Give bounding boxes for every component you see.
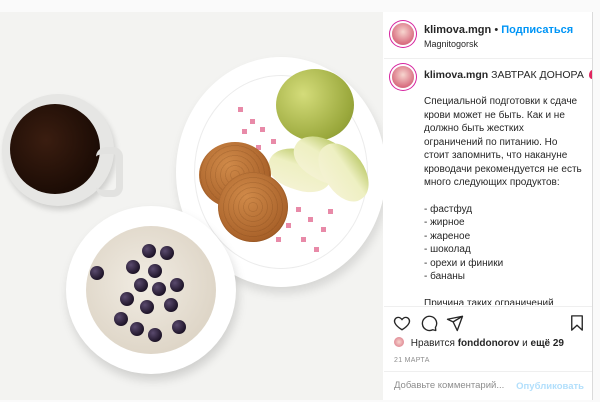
header-username-line: klimova.mgn • Подписаться xyxy=(424,24,573,36)
post-sidebar: klimova.mgn • Подписаться Magnitogorsk k… xyxy=(384,12,592,400)
publish-button[interactable]: Опубликовать xyxy=(516,381,584,392)
caption-header: klimova.mgn ЗАВТРАК ДОНОРА xyxy=(424,69,592,81)
likes-line: Нравится fonddonorov и ещё 29 xyxy=(394,337,564,349)
header-separator: • xyxy=(494,24,499,36)
blood-drop-icon xyxy=(588,70,592,79)
location-link[interactable]: Magnitogorsk xyxy=(424,39,478,49)
list-item: - шоколад xyxy=(424,244,471,255)
caption: klimova.mgn ЗАВТРАК ДОНОРА Специальной п… xyxy=(384,59,592,305)
apple-whole xyxy=(276,69,354,141)
cookie xyxy=(218,172,288,242)
header-username[interactable]: klimova.mgn xyxy=(424,24,491,36)
caption-paragraph: Причина таких ограничений проста — употр… xyxy=(424,297,554,306)
porridge-bowl xyxy=(66,206,236,374)
paper-plane-icon[interactable] xyxy=(446,314,464,332)
post-header: klimova.mgn • Подписаться Magnitogorsk xyxy=(384,12,592,59)
caption-text: Специальной подготовки к сдаче крови мож… xyxy=(424,95,584,305)
caption-avatar[interactable] xyxy=(392,66,414,88)
likes-suffix: и xyxy=(522,338,528,349)
caption-title: ЗАВТРАК ДОНОРА xyxy=(491,69,584,81)
action-bar: Нравится fonddonorov и ещё 29 21 МАРТА О… xyxy=(384,306,592,401)
follow-button[interactable]: Подписаться xyxy=(501,24,573,36)
list-item: - жареное xyxy=(424,230,471,242)
list-item: - фастфуд xyxy=(424,203,473,215)
list-item: - жирное xyxy=(424,217,465,228)
comment-bar: Опубликовать xyxy=(384,371,592,402)
caption-username[interactable]: klimova.mgn xyxy=(424,69,488,81)
avatar[interactable] xyxy=(392,23,414,45)
likes-count-button[interactable]: ещё 29 xyxy=(531,338,564,349)
list-item: - бананы xyxy=(424,271,465,282)
likes-prefix: Нравится xyxy=(410,338,455,349)
post-date[interactable]: 21 МАРТА xyxy=(394,357,430,364)
liker-avatar xyxy=(394,337,404,347)
liker-username[interactable]: fonddonorov xyxy=(458,338,520,349)
list-item: - орехи и финики xyxy=(424,257,504,269)
comment-input[interactable] xyxy=(394,380,524,391)
bookmark-icon[interactable] xyxy=(568,314,586,332)
heart-icon[interactable] xyxy=(393,314,411,332)
comment-icon[interactable] xyxy=(420,314,438,332)
post-photo[interactable] xyxy=(0,12,383,400)
caption-paragraph: Специальной подготовки к сдаче крови мож… xyxy=(424,96,582,188)
cup-handle xyxy=(96,147,123,197)
post-container: klimova.mgn • Подписаться Magnitogorsk k… xyxy=(0,12,593,400)
